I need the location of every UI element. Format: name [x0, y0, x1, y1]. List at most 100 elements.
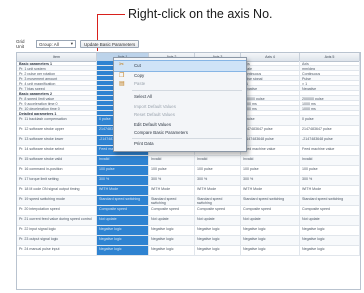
- menu-item-reset-defaults[interactable]: Reset Default Values: [114, 111, 246, 119]
- table-cell[interactable]: Negative logic: [241, 236, 300, 245]
- table-cell[interactable]: Negative logic: [195, 246, 241, 255]
- table-cell[interactable]: 2147483647 pulse: [241, 126, 300, 135]
- menu-item-cut[interactable]: ✂ Cut: [114, 60, 246, 72]
- menu-item-print-data[interactable]: Print Data: [114, 140, 246, 148]
- table-cell[interactable]: 1000 ms: [241, 101, 300, 105]
- table-cell[interactable]: 100 pulse: [149, 166, 195, 175]
- table-cell[interactable]: Pulse: [300, 76, 360, 80]
- table-cell[interactable]: WITH Mode: [195, 186, 241, 195]
- column-header-item[interactable]: Item: [17, 53, 97, 61]
- table-cell[interactable]: [241, 111, 300, 115]
- menu-item-edit-defaults[interactable]: Edit Default Values: [114, 121, 246, 129]
- menu-item-select-all[interactable]: Select All: [114, 93, 246, 101]
- table-cell[interactable]: 300 %: [300, 176, 360, 185]
- table-cell[interactable]: Not update: [241, 216, 300, 225]
- table-cell[interactable]: Invalid: [149, 156, 195, 165]
- table-cell[interactable]: × 1: [241, 81, 300, 85]
- menu-item-copy[interactable]: ❐ Copy: [114, 72, 246, 80]
- table-cell[interactable]: Negative logic: [149, 236, 195, 245]
- table-cell[interactable]: Not update: [149, 216, 195, 225]
- axis-1-cell[interactable]: WITH Mode: [97, 186, 149, 195]
- axis-1-cell[interactable]: 300 %: [97, 176, 149, 185]
- group-select[interactable]: Group: All ▾: [36, 40, 76, 48]
- table-cell[interactable]: Standard speed switching: [149, 196, 195, 205]
- table-cell[interactable]: 300 %: [149, 176, 195, 185]
- table-cell[interactable]: Composite speed: [195, 206, 241, 215]
- table-cell[interactable]: 300 %: [241, 176, 300, 185]
- table-cell[interactable]: Pulse signal: [241, 76, 300, 80]
- menu-item-paste[interactable]: ▤ Paste: [114, 80, 246, 88]
- table-row[interactable]: Pr. 23 output signal logic Negative logic…: [17, 236, 360, 246]
- table-cell[interactable]: Axis: [300, 61, 360, 65]
- table-cell[interactable]: Negative logic: [241, 226, 300, 235]
- table-cell[interactable]: Composite speed: [241, 206, 300, 215]
- table-cell[interactable]: WITH Mode: [300, 186, 360, 195]
- table-cell[interactable]: Negative: [300, 86, 360, 90]
- table-cell[interactable]: Standard speed switching: [195, 196, 241, 205]
- table-cell[interactable]: × 1: [300, 81, 360, 85]
- table-cell[interactable]: Standard speed switching: [241, 196, 300, 205]
- table-cell[interactable]: Feed machine value: [241, 146, 300, 155]
- table-cell[interactable]: 200000 pulse: [241, 96, 300, 100]
- axis-1-cell[interactable]: 100 pulse: [97, 166, 149, 175]
- table-row[interactable]: Pr. 20 interpolation speed Composite spee…: [17, 206, 360, 216]
- table-row[interactable]: Pr. 18 M code ON signal output timing WIT…: [17, 186, 360, 196]
- table-cell[interactable]: 1000 ms: [300, 106, 360, 110]
- table-cell[interactable]: Negative logic: [149, 226, 195, 235]
- table-cell[interactable]: Negative logic: [195, 236, 241, 245]
- table-cell[interactable]: Negative logic: [300, 246, 360, 255]
- axis-1-cell[interactable]: Invalid: [97, 156, 149, 165]
- table-cell[interactable]: Scale: [241, 66, 300, 70]
- axis-1-cell[interactable]: Negative logic: [97, 246, 149, 255]
- update-parameters-button[interactable]: Update Basic Parameters: [80, 40, 140, 48]
- table-cell[interactable]: Negative logic: [195, 226, 241, 235]
- table-row[interactable]: Pr. 15 software stroke valid Invalid Inval…: [17, 156, 360, 166]
- table-cell[interactable]: Invalid: [195, 156, 241, 165]
- table-cell[interactable]: Axis: [241, 61, 300, 65]
- table-cell[interactable]: 100 pulse: [241, 166, 300, 175]
- table-cell[interactable]: WITH Mode: [149, 186, 195, 195]
- table-cell[interactable]: [300, 111, 360, 115]
- column-header-axis-4[interactable]: Axis 4: [241, 53, 300, 61]
- table-row[interactable]: Pr. 16 command in-position 100 pulse 100 p…: [17, 166, 360, 176]
- table-cell[interactable]: Negative logic: [300, 226, 360, 235]
- axis-1-cell[interactable]: Negative logic: [97, 236, 149, 245]
- table-cell[interactable]: Feed machine value: [300, 146, 360, 155]
- axis-1-cell[interactable]: Not update: [97, 216, 149, 225]
- table-cell[interactable]: 2147483647 pulse: [300, 126, 360, 135]
- table-cell[interactable]: Invalid: [241, 156, 300, 165]
- table-cell[interactable]: -2147483648 pulse: [300, 136, 360, 145]
- menu-item-compare-parameters[interactable]: Compare Basic Parameters: [114, 129, 246, 137]
- table-cell[interactable]: Standard speed switching: [300, 196, 360, 205]
- table-cell[interactable]: Invalid: [300, 156, 360, 165]
- table-cell[interactable]: 100 pulse: [300, 166, 360, 175]
- table-cell[interactable]: Composite speed: [149, 206, 195, 215]
- table-cell[interactable]: 0 pulse: [300, 116, 360, 125]
- menu-item-import-defaults[interactable]: Import Default Values: [114, 103, 246, 111]
- table-cell[interactable]: Negative: [241, 86, 300, 90]
- table-cell[interactable]: Continuous: [300, 71, 360, 75]
- table-cell[interactable]: Not update: [195, 216, 241, 225]
- table-cell[interactable]: 1000 ms: [241, 106, 300, 110]
- axis-1-cell[interactable]: Negative logic: [97, 226, 149, 235]
- table-cell[interactable]: -2147483648 pulse: [241, 136, 300, 145]
- table-row[interactable]: Pr. 19 speed switching mode Standard spee…: [17, 196, 360, 206]
- table-row[interactable]: Pr. 24 manual pulse input Negative logic N…: [17, 246, 360, 256]
- table-cell[interactable]: WITH Mode: [241, 186, 300, 195]
- table-row[interactable]: Pr. 22 input signal logic Negative logic N…: [17, 226, 360, 236]
- table-cell[interactable]: Negative logic: [149, 246, 195, 255]
- axis-1-cell[interactable]: Standard speed switching: [97, 196, 149, 205]
- table-cell[interactable]: Negative logic: [241, 246, 300, 255]
- table-cell[interactable]: 1000 ms: [300, 101, 360, 105]
- table-cell[interactable]: 300 %: [195, 176, 241, 185]
- table-cell[interactable]: [241, 91, 300, 95]
- table-row[interactable]: Pr. 17 torque limit setting 300 % 300 % 300…: [17, 176, 360, 186]
- table-cell[interactable]: mm/deg: [300, 66, 360, 70]
- column-header-axis-5[interactable]: Axis 5: [300, 53, 360, 61]
- table-cell[interactable]: [300, 91, 360, 95]
- table-row[interactable]: Pr. 21 current feed value during speed c…: [17, 216, 360, 226]
- table-cell[interactable]: 100 pulse: [195, 166, 241, 175]
- table-cell[interactable]: Composite speed: [300, 206, 360, 215]
- axis-1-cell[interactable]: Composite speed: [97, 206, 149, 215]
- table-cell[interactable]: 0 pulse: [241, 116, 300, 125]
